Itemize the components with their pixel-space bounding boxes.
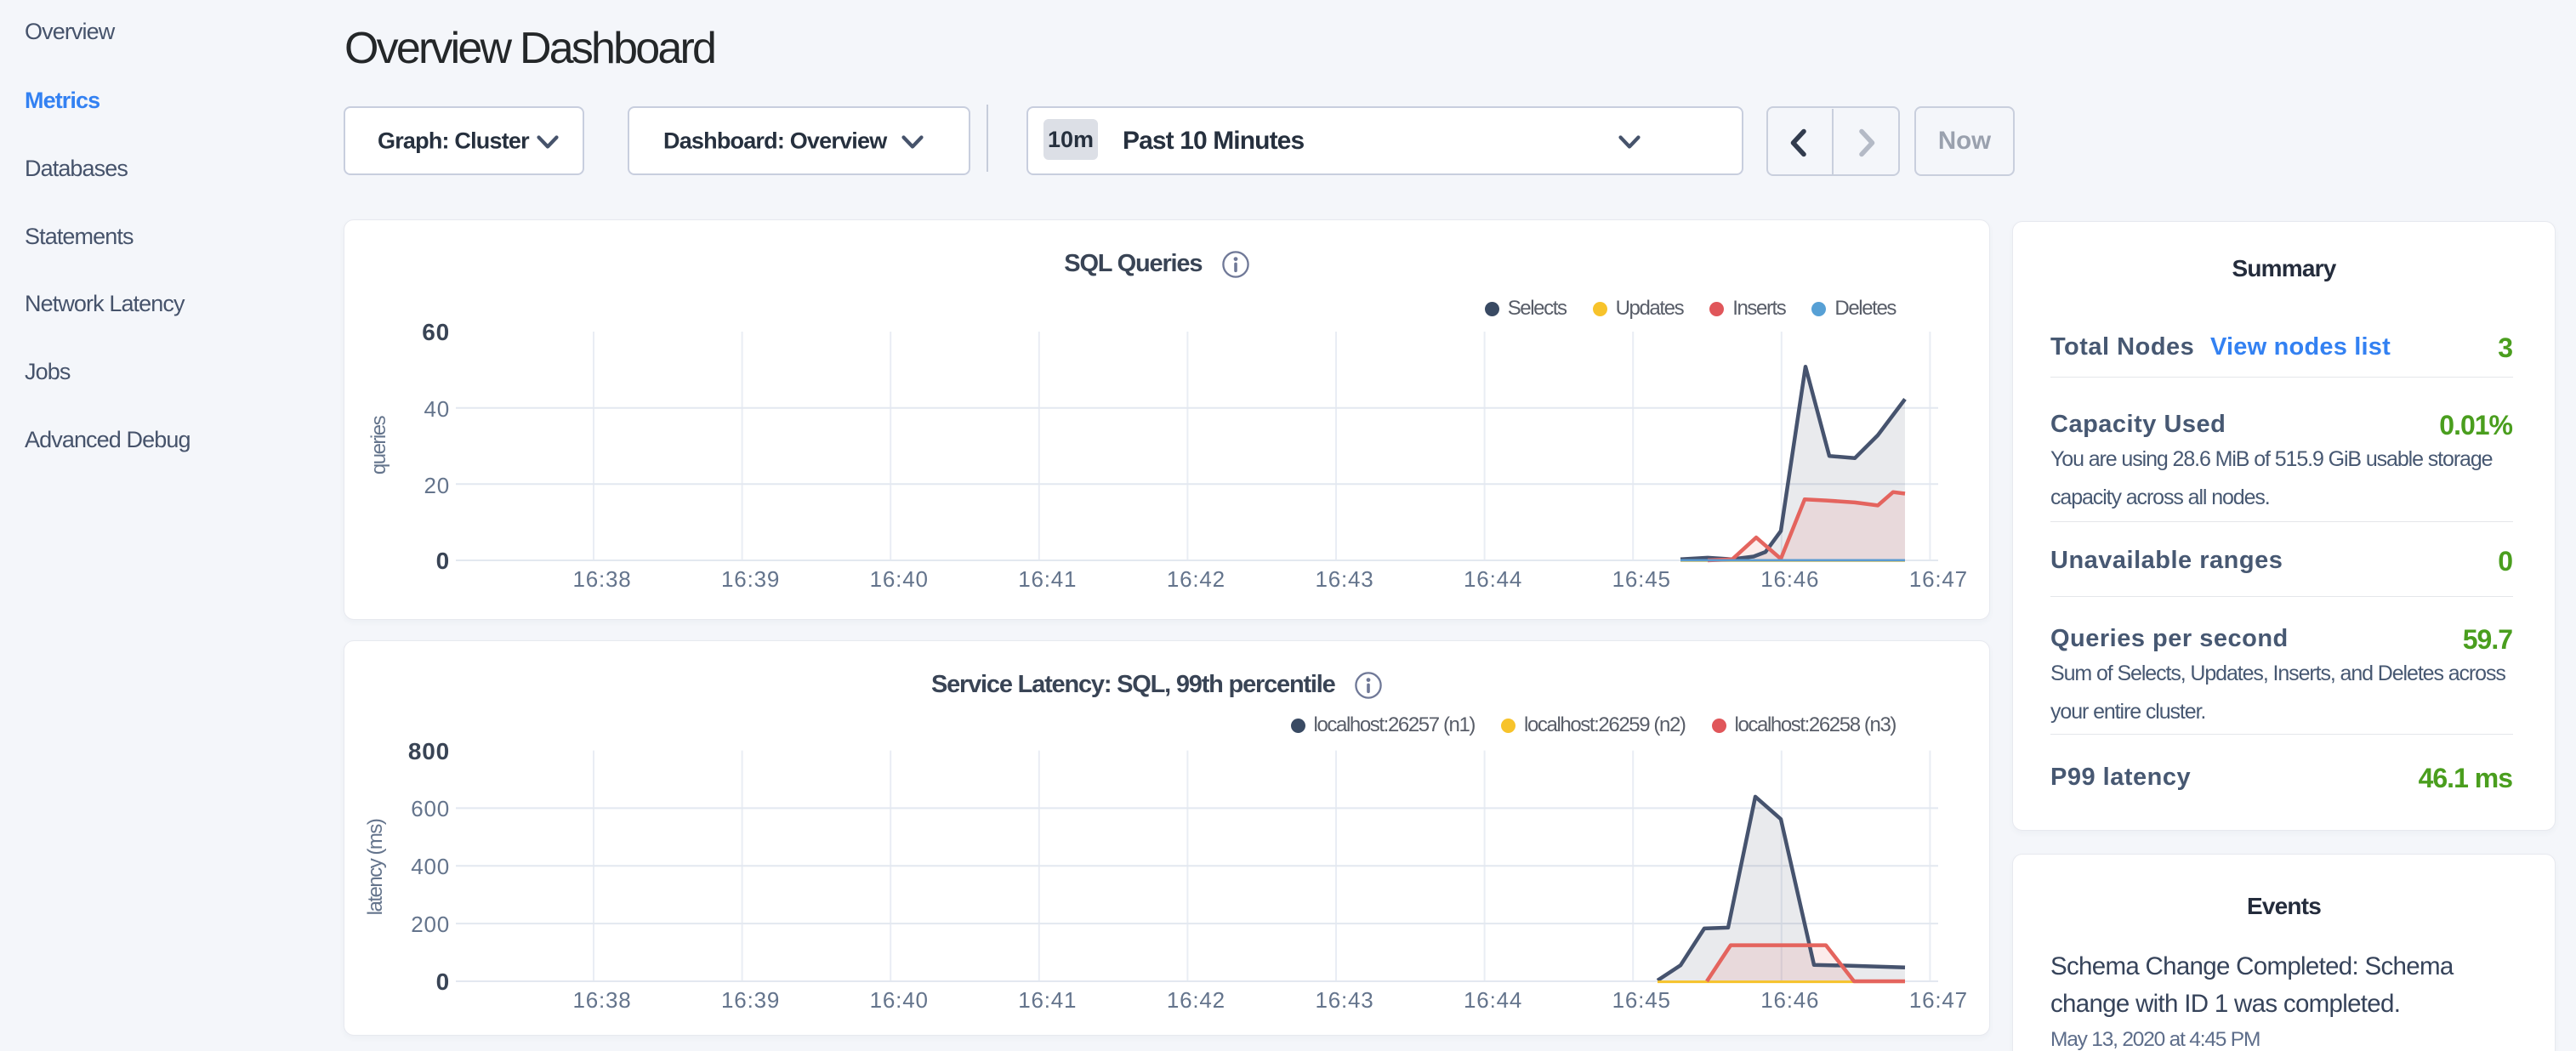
svg-text:16:45: 16:45 xyxy=(1612,987,1671,1013)
svg-text:40: 40 xyxy=(424,396,450,422)
svg-text:16:46: 16:46 xyxy=(1760,566,1819,592)
svg-text:16:38: 16:38 xyxy=(572,987,631,1013)
svg-text:16:45: 16:45 xyxy=(1612,566,1671,592)
svg-text:16:38: 16:38 xyxy=(572,566,631,592)
svg-text:16:44: 16:44 xyxy=(1464,987,1522,1013)
svg-text:16:42: 16:42 xyxy=(1167,566,1225,592)
svg-text:800: 800 xyxy=(408,738,450,764)
svg-text:16:41: 16:41 xyxy=(1018,566,1077,592)
svg-text:16:39: 16:39 xyxy=(721,987,780,1013)
svg-text:16:47: 16:47 xyxy=(1909,566,1968,592)
svg-text:16:47: 16:47 xyxy=(1909,987,1968,1013)
svg-text:queries: queries xyxy=(367,415,390,474)
svg-text:latency (ms): latency (ms) xyxy=(364,819,387,915)
svg-text:200: 200 xyxy=(411,912,450,937)
svg-text:400: 400 xyxy=(411,854,450,879)
svg-text:16:43: 16:43 xyxy=(1315,566,1373,592)
svg-text:16:41: 16:41 xyxy=(1018,987,1077,1013)
svg-text:16:39: 16:39 xyxy=(721,566,780,592)
svg-text:600: 600 xyxy=(411,796,450,821)
svg-text:16:42: 16:42 xyxy=(1167,987,1225,1013)
svg-text:16:43: 16:43 xyxy=(1315,987,1373,1013)
svg-text:0: 0 xyxy=(436,969,450,995)
svg-text:60: 60 xyxy=(422,319,450,345)
svg-text:16:46: 16:46 xyxy=(1760,987,1819,1013)
svg-text:16:40: 16:40 xyxy=(870,987,929,1013)
svg-text:0: 0 xyxy=(436,548,450,574)
svg-text:16:40: 16:40 xyxy=(870,566,929,592)
svg-text:16:44: 16:44 xyxy=(1464,566,1522,592)
svg-text:20: 20 xyxy=(424,473,450,498)
